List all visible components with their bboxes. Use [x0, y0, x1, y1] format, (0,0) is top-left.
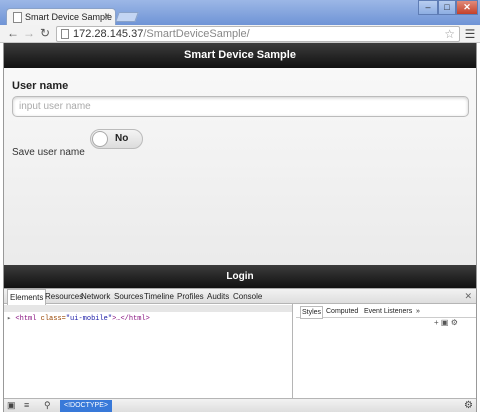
- devtools-status-bar: ▣ ≡ ⚲ <!DOCTYPE> ⚙: [4, 398, 476, 412]
- page-icon: [13, 12, 22, 23]
- browser-tab[interactable]: Smart Device Sample ×: [6, 8, 116, 26]
- tab-profiles[interactable]: Profiles: [175, 289, 206, 304]
- gear-icon[interactable]: ⚙: [464, 399, 473, 412]
- hamburger-menu-icon[interactable]: ☰: [462, 25, 478, 43]
- login-button[interactable]: Login: [4, 265, 476, 288]
- devtools-panel: Elements Resources Network Sources Timel…: [3, 288, 477, 412]
- dom-attr-name: class=: [40, 315, 66, 323]
- tab-console[interactable]: Console: [231, 289, 264, 304]
- devtools-tab-bar: Elements Resources Network Sources Timel…: [4, 289, 476, 305]
- tab-close-icon[interactable]: ×: [104, 11, 110, 22]
- url-host: 172.28.145.37: [73, 28, 144, 40]
- close-window-button[interactable]: ✕: [456, 0, 478, 15]
- tab-timeline[interactable]: Timeline: [142, 289, 176, 304]
- dom-attr-value: "ui-mobile": [65, 315, 113, 323]
- tab-audits[interactable]: Audits: [205, 289, 231, 304]
- breadcrumb[interactable]: <!DOCTYPE>: [60, 400, 112, 412]
- save-username-toggle[interactable]: No: [90, 129, 143, 149]
- tab-sources[interactable]: Sources: [112, 289, 145, 304]
- toggle-knob: [92, 131, 108, 147]
- toggle-label: No: [115, 133, 129, 144]
- url-text: 172.28.145.37/SmartDeviceSample/: [73, 28, 250, 40]
- tab-styles[interactable]: Styles: [300, 306, 324, 319]
- browser-toolbar: ← → ↻ 172.28.145.37/SmartDeviceSample/ ☆…: [0, 25, 480, 43]
- tab-computed[interactable]: Computed: [326, 306, 358, 317]
- page-header: Smart Device Sample: [4, 43, 476, 68]
- add-rule-icon[interactable]: +: [434, 318, 439, 327]
- settings-icon[interactable]: ⚙: [451, 318, 458, 327]
- search-icon[interactable]: ⚲: [44, 399, 51, 412]
- console-drawer-icon[interactable]: ≡: [24, 399, 29, 412]
- page-content: Smart Device Sample User name Save user …: [3, 43, 477, 288]
- dom-tag-close: >…</html>: [112, 315, 150, 323]
- styles-more-icon[interactable]: »: [416, 306, 420, 317]
- new-tab-button[interactable]: [115, 12, 139, 22]
- element-state-icon[interactable]: ▣: [441, 318, 449, 327]
- save-username-label: Save user name: [12, 147, 85, 158]
- dom-tree-node[interactable]: ▸ <html class="ui-mobile">…</html>: [7, 314, 150, 323]
- username-label: User name: [12, 80, 69, 92]
- url-path: /SmartDeviceSample/: [143, 28, 250, 40]
- dom-tag-open: <html: [15, 315, 37, 323]
- reload-icon[interactable]: ↻: [37, 25, 53, 43]
- username-input[interactable]: [12, 96, 469, 117]
- back-arrow-icon[interactable]: ←: [5, 25, 21, 43]
- tab-title: Smart Device Sample: [25, 12, 113, 22]
- bookmark-star-icon[interactable]: ☆: [444, 27, 455, 41]
- dock-icon[interactable]: ▣: [7, 399, 16, 412]
- minimize-button[interactable]: ‒: [418, 0, 438, 15]
- tab-network[interactable]: Network: [79, 289, 112, 304]
- styles-tab-bar: Styles Computed Event Listeners »: [296, 306, 476, 319]
- expand-triangle-icon[interactable]: ▸: [7, 315, 11, 323]
- address-bar[interactable]: 172.28.145.37/SmartDeviceSample/ ☆: [56, 26, 460, 42]
- dom-selection-highlight: [4, 305, 292, 312]
- forward-arrow-icon[interactable]: →: [21, 25, 37, 43]
- styles-toolbar: + ▣ ⚙: [434, 318, 458, 327]
- maximize-button[interactable]: □: [438, 0, 456, 15]
- tab-event-listeners[interactable]: Event Listeners: [364, 306, 412, 317]
- tab-elements[interactable]: Elements: [7, 289, 47, 305]
- page-icon: [61, 29, 69, 39]
- devtools-close-icon[interactable]: ✕: [464, 289, 472, 304]
- panel-divider[interactable]: [292, 304, 293, 398]
